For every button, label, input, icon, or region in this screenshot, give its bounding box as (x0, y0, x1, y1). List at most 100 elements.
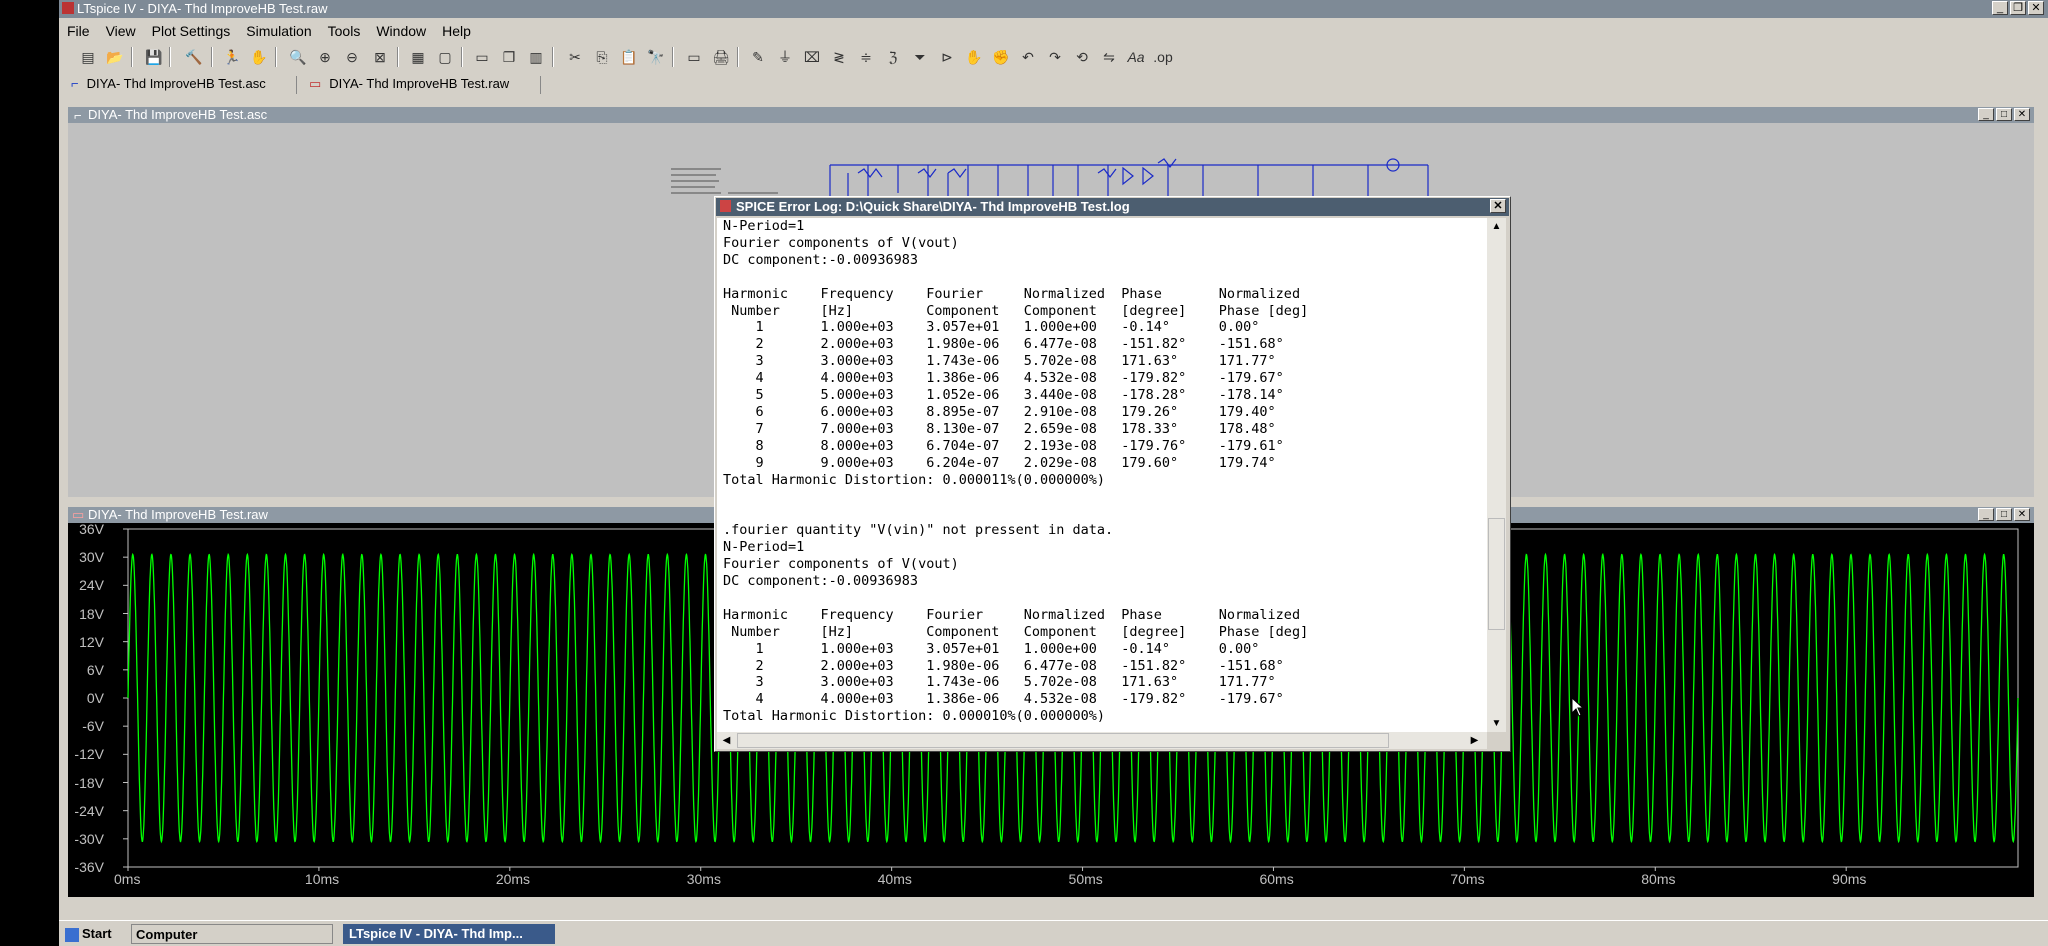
new-schematic-icon[interactable]: ▤ (77, 46, 99, 68)
restore-button[interactable]: ❐ (2010, 1, 2026, 15)
pan-icon[interactable]: ⊕ (314, 46, 336, 68)
save-icon[interactable]: 💾 (143, 46, 165, 68)
close-button[interactable]: ✕ (2014, 508, 2030, 521)
close-button[interactable]: ✕ (1490, 199, 1506, 213)
menu-help[interactable]: Help (434, 20, 479, 42)
scroll-left-icon[interactable]: ◀ (717, 732, 736, 749)
scroll-up-icon[interactable]: ▲ (1487, 218, 1506, 235)
maximize-button[interactable]: □ (1996, 108, 2012, 121)
error-log-text[interactable]: N-Period=1 Fourier components of V(vout) D… (717, 218, 1487, 732)
menu-plot-settings[interactable]: Plot Settings (144, 20, 239, 42)
copy-icon[interactable]: ⎘ (591, 46, 613, 68)
log-line: Total Harmonic Distortion: 0.000011%(0.0… (723, 471, 1106, 488)
ground-icon[interactable]: ⏚ (774, 46, 796, 68)
log-line: Fourier components of V(vout) (723, 234, 959, 251)
log-line: 1 1.000e+03 3.057e+01 1.000e+00 -0.14° 0… (723, 640, 1260, 657)
halt-icon[interactable]: ✋ (248, 46, 270, 68)
log-line: 3 3.000e+03 1.743e-06 5.702e-08 171.63° … (723, 353, 1276, 370)
scroll-right-icon[interactable]: ▶ (1465, 732, 1484, 749)
task-ltspice[interactable]: LTspice IV - DIYA- Thd Imp... (343, 924, 555, 944)
wire-icon[interactable]: ✎ (747, 46, 769, 68)
cursor-icon[interactable]: ▢ (434, 46, 456, 68)
log-line: 2 2.000e+03 1.980e-06 6.477e-08 -151.82°… (723, 336, 1284, 353)
log-line: 1 1.000e+03 3.057e+01 1.000e+00 -0.14° 0… (723, 319, 1260, 336)
hscroll-thumb[interactable] (737, 733, 1389, 748)
menu-window[interactable]: Window (368, 20, 434, 42)
maximize-button[interactable]: □ (1996, 508, 2012, 521)
log-line: Total Harmonic Distortion: 0.000010%(0.0… (723, 708, 1106, 725)
find-icon[interactable]: 🔭 (645, 46, 667, 68)
menu-view[interactable]: View (98, 20, 144, 42)
diode-icon[interactable]: ⏷ (909, 46, 931, 68)
log-line: 3 3.000e+03 1.743e-06 5.702e-08 171.63° … (723, 674, 1276, 691)
ltspice-logo-icon (720, 200, 731, 212)
component-icon[interactable]: ⊳ (936, 46, 958, 68)
run-icon[interactable]: 🏃 (221, 46, 243, 68)
cut-icon[interactable]: ✂ (564, 46, 586, 68)
zoom-in-icon[interactable]: 🔍 (287, 46, 309, 68)
schematic-icon: ⌐ (74, 108, 82, 123)
resistor-icon[interactable]: ≷ (828, 46, 850, 68)
mirror-icon[interactable]: ⇋ (1098, 46, 1120, 68)
redo-icon[interactable]: ↷ (1044, 46, 1066, 68)
log-line: 5 5.000e+03 1.052e-06 3.440e-08 -178.28°… (723, 387, 1284, 404)
paste-icon[interactable]: 📋 (618, 46, 640, 68)
minimize-button[interactable]: _ (1992, 1, 2008, 15)
tab-schematic[interactable]: ⌐ DIYA- Thd ImproveHB Test.asc (71, 74, 266, 94)
tile-vertical-icon[interactable]: ▥ (525, 46, 547, 68)
app-titlebar[interactable]: LTspice IV - DIYA- Thd ImproveHB Test.ra… (59, 0, 2048, 18)
zoom-out-icon[interactable]: ⊖ (341, 46, 363, 68)
menu-simulation[interactable]: Simulation (238, 20, 319, 42)
vertical-scrollbar[interactable]: ▲ ▼ (1487, 218, 1506, 732)
log-line: Fourier components of V(vout) (723, 556, 959, 573)
schematic-icon: ⌐ (71, 76, 79, 91)
tab-waveform[interactable]: ▭ DIYA- Thd ImproveHB Test.raw (309, 74, 509, 94)
scroll-thumb[interactable] (1488, 518, 1505, 630)
close-button[interactable]: ✕ (2014, 108, 2030, 121)
cascade-icon[interactable]: ❐ (498, 46, 520, 68)
log-line: DC component:-0.00936983 (723, 251, 919, 268)
log-line: N-Period=1 (723, 218, 805, 234)
move-icon[interactable]: ✋ (963, 46, 985, 68)
drag-icon[interactable]: ✊ (990, 46, 1012, 68)
inductor-icon[interactable]: ℨ (882, 46, 904, 68)
print-preview-icon[interactable]: ▭ (683, 46, 705, 68)
capacitor-icon[interactable]: ≑ (855, 46, 877, 68)
rotate-icon[interactable]: ⟲ (1071, 46, 1093, 68)
error-log-title: SPICE Error Log: D:\Quick Share\DIYA- Th… (736, 199, 1130, 214)
tab-waveform-label: DIYA- Thd ImproveHB Test.raw (329, 76, 510, 91)
close-button[interactable]: ✕ (2028, 1, 2044, 15)
computer-label: Computer (136, 927, 198, 942)
scroll-down-icon[interactable]: ▼ (1487, 715, 1506, 732)
label-net-icon[interactable]: ⌧ (801, 46, 823, 68)
spice-error-log-dialog[interactable]: SPICE Error Log: D:\Quick Share\DIYA- Th… (714, 196, 1511, 752)
open-icon[interactable]: 📂 (104, 46, 126, 68)
zoom-full-icon[interactable]: ⊠ (369, 46, 391, 68)
control-panel-icon[interactable]: 🔨 (183, 46, 205, 68)
log-line: 9 9.000e+03 6.204e-07 2.029e-08 179.60° … (723, 454, 1276, 471)
task-ltspice-label: LTspice IV - DIYA- Thd Imp... (349, 926, 523, 941)
log-line: 4 4.000e+03 1.386e-06 4.532e-08 -179.82°… (723, 691, 1284, 708)
log-line: 4 4.000e+03 1.386e-06 4.532e-08 -179.82°… (723, 370, 1284, 387)
start-button[interactable]: Start (65, 924, 112, 944)
error-log-titlebar[interactable]: SPICE Error Log: D:\Quick Share\DIYA- Th… (716, 198, 1509, 216)
mouse-pointer-icon (1571, 697, 1585, 717)
tile-horizontal-icon[interactable]: ▭ (471, 46, 493, 68)
spice-directive-icon[interactable]: .op (1152, 46, 1174, 68)
log-line: .fourier quantity "V(vin)" not pressent … (723, 522, 1114, 539)
minimize-button[interactable]: _ (1978, 508, 1994, 521)
app-title: LTspice IV - DIYA- Thd ImproveHB Test.ra… (77, 1, 328, 16)
ltspice-app: LTspice IV - DIYA- Thd ImproveHB Test.ra… (59, 0, 2048, 920)
print-icon[interactable]: 🖨 (710, 46, 732, 68)
horizontal-scrollbar[interactable]: ◀ ▶ (717, 732, 1487, 749)
schematic-window-titlebar[interactable]: ⌐ DIYA- Thd ImproveHB Test.asc _ □ ✕ (68, 107, 2034, 123)
text-icon[interactable]: Aa (1125, 46, 1147, 68)
computer-button[interactable]: Computer (131, 924, 333, 944)
waveform-icon: ▭ (309, 76, 322, 91)
menu-file[interactable]: File (59, 20, 98, 42)
undo-icon[interactable]: ↶ (1017, 46, 1039, 68)
minimize-button[interactable]: _ (1978, 108, 1994, 121)
menu-tools[interactable]: Tools (320, 20, 369, 42)
autorange-icon[interactable]: ▦ (407, 46, 429, 68)
